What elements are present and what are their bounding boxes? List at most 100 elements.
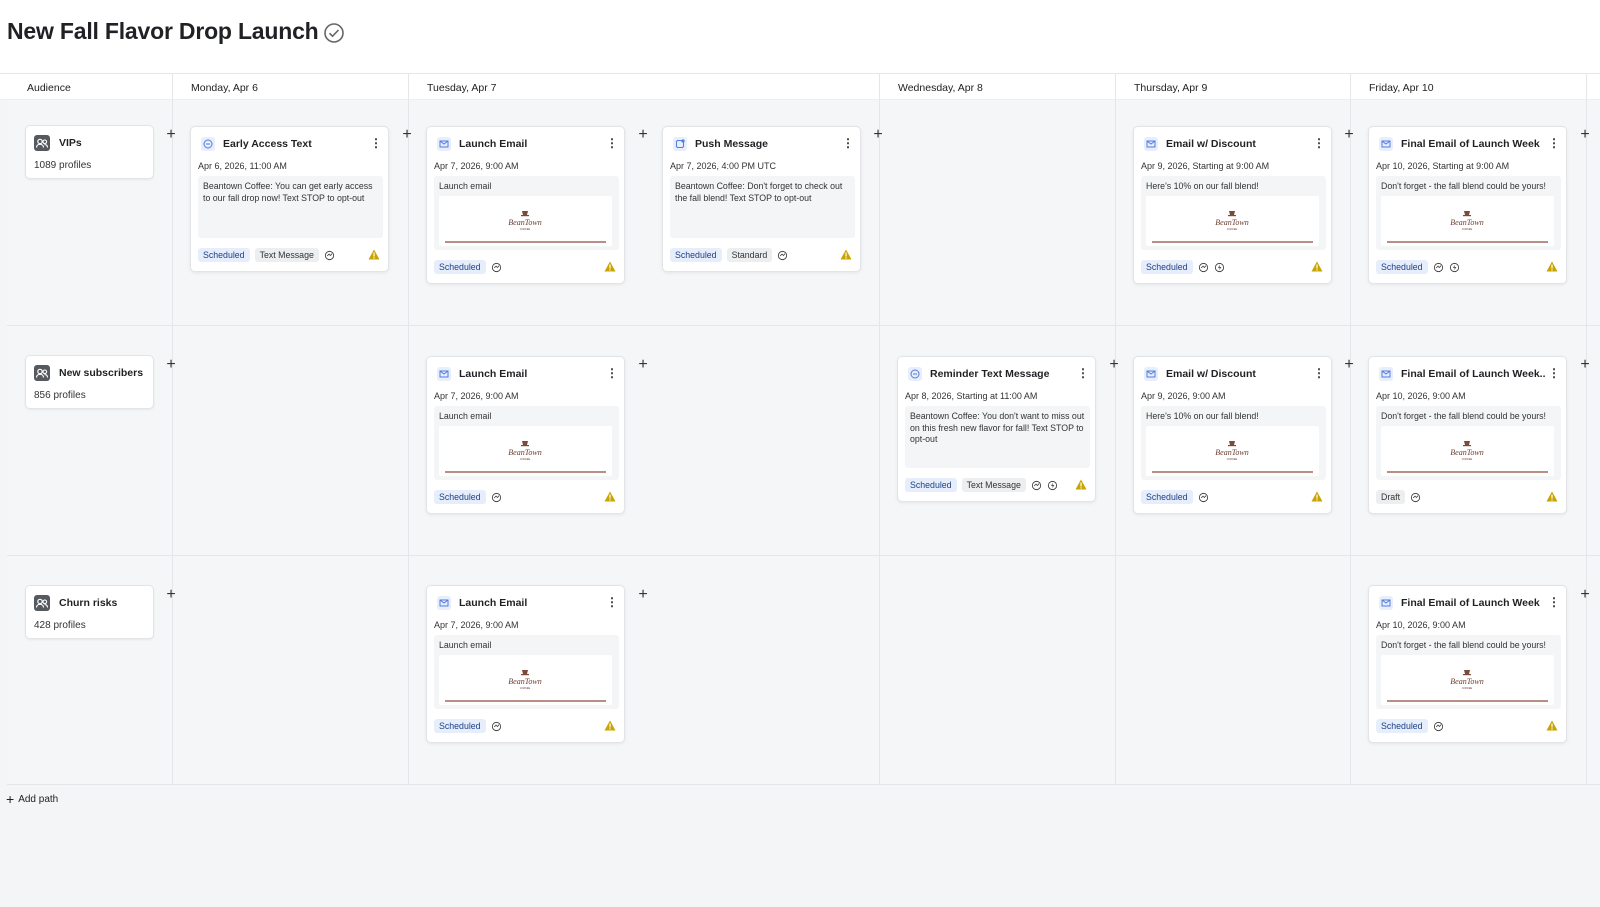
smart-send-icon xyxy=(1433,262,1443,272)
card-title: Final Email of Launch Week... xyxy=(1401,368,1546,380)
card-body: Don't forget - the fall blend could be y… xyxy=(1376,406,1561,480)
card-date: Apr 6, 2026, 11:00 AM xyxy=(198,161,287,171)
warning-icon[interactable] xyxy=(1546,720,1558,731)
smart-send-icon xyxy=(1410,492,1421,502)
add-message-button[interactable]: + xyxy=(1341,357,1357,374)
status-badge: Scheduled xyxy=(434,719,486,733)
column-header-friday: Friday, Apr 10 xyxy=(1369,82,1434,94)
email-preview-label: Don't forget - the fall blend could be y… xyxy=(1381,411,1547,421)
audience-card-churn-risks[interactable]: Churn risks 428 profiles xyxy=(25,585,154,639)
card-footer: Draft xyxy=(1376,490,1421,504)
audience-card-vips[interactable]: VIPs 1089 profiles xyxy=(25,125,154,179)
card-footer: Scheduled Text Message xyxy=(905,478,1058,492)
add-message-button[interactable]: + xyxy=(163,127,179,144)
card-body: Here's 10% on our fall blend! BeanTown CO… xyxy=(1141,176,1326,250)
audience-name: New subscribers xyxy=(59,367,144,379)
warning-icon[interactable] xyxy=(1075,479,1087,490)
page-title: New Fall Flavor Drop Launch xyxy=(7,18,319,44)
message-card-launch-email[interactable]: Launch Email ⋮ Apr 7, 2026, 9:00 AM Laun… xyxy=(426,126,625,284)
message-card-reminder-text[interactable]: Reminder Text Message ⋮ Apr 8, 2026, Sta… xyxy=(897,356,1096,502)
card-title: Launch Email xyxy=(459,368,528,380)
status-badge: Scheduled xyxy=(1376,260,1428,274)
message-card-final-email[interactable]: Final Email of Launch Week ⋮ Apr 10, 202… xyxy=(1368,585,1567,743)
message-card-launch-email[interactable]: Launch Email ⋮ Apr 7, 2026, 9:00 AM Laun… xyxy=(426,356,625,514)
email-preview: BeanTown COFFEE xyxy=(439,655,612,705)
smart-send-icon xyxy=(1198,262,1208,272)
svg-text:BeanTown: BeanTown xyxy=(1450,677,1484,686)
message-card-early-access-text[interactable]: Early Access Text ⋮ Apr 6, 2026, 11:00 A… xyxy=(190,126,389,272)
email-preview-label: Here's 10% on our fall blend! xyxy=(1146,411,1259,421)
warning-icon[interactable] xyxy=(604,491,616,502)
email-preview-label: Launch email xyxy=(439,181,492,191)
more-options-icon[interactable]: ⋮ xyxy=(842,136,854,150)
warning-icon[interactable] xyxy=(368,249,380,260)
message-card-email-discount[interactable]: Email w/ Discount ⋮ Apr 9, 2026, Startin… xyxy=(1133,126,1332,284)
column-divider xyxy=(172,74,173,784)
add-message-button[interactable]: + xyxy=(635,357,651,374)
status-badge: Scheduled xyxy=(670,248,722,262)
svg-text:COFFEE: COFFEE xyxy=(1227,457,1238,461)
brand-logo: BeanTownCOFFEE xyxy=(1450,441,1484,461)
more-options-icon[interactable]: ⋮ xyxy=(1548,136,1560,150)
more-options-icon[interactable]: ⋮ xyxy=(1313,136,1325,150)
column-divider xyxy=(879,74,880,784)
card-footer: Scheduled xyxy=(1376,719,1444,733)
status-badge: Scheduled xyxy=(1376,719,1428,733)
svg-text:BeanTown: BeanTown xyxy=(1450,448,1484,457)
svg-text:BeanTown: BeanTown xyxy=(508,448,542,457)
check-circle-icon[interactable] xyxy=(323,22,345,44)
more-options-icon[interactable]: ⋮ xyxy=(606,136,618,150)
top-bar: New Fall Flavor Drop Launch xyxy=(0,0,1600,74)
warning-icon[interactable] xyxy=(1546,261,1558,272)
add-message-button[interactable]: + xyxy=(1577,357,1593,374)
more-options-icon[interactable]: ⋮ xyxy=(606,595,618,609)
add-message-button[interactable]: + xyxy=(1341,127,1357,144)
warning-icon[interactable] xyxy=(604,261,616,272)
more-options-icon[interactable]: ⋮ xyxy=(606,366,618,380)
add-message-button[interactable]: + xyxy=(635,127,651,144)
card-body: Don't forget - the fall blend could be y… xyxy=(1376,635,1561,709)
warning-icon[interactable] xyxy=(1546,491,1558,502)
message-card-push-message[interactable]: Push Message ⋮ Apr 7, 2026, 4:00 PM UTC … xyxy=(662,126,861,272)
more-options-icon[interactable]: ⋮ xyxy=(1313,366,1325,380)
divider xyxy=(445,700,606,702)
card-body: Beantown Coffee: You don't want to miss … xyxy=(905,406,1090,468)
email-preview-label: Launch email xyxy=(439,411,492,421)
column-divider xyxy=(1350,74,1351,784)
more-options-icon[interactable]: ⋮ xyxy=(1548,366,1560,380)
warning-icon[interactable] xyxy=(604,720,616,731)
more-options-icon[interactable]: ⋮ xyxy=(1548,595,1560,609)
warning-icon[interactable] xyxy=(1311,491,1323,502)
message-card-launch-email[interactable]: Launch Email ⋮ Apr 7, 2026, 9:00 AM Laun… xyxy=(426,585,625,743)
add-message-button[interactable]: + xyxy=(635,587,651,604)
warning-icon[interactable] xyxy=(840,249,852,260)
add-message-button[interactable]: + xyxy=(870,127,886,144)
add-message-button[interactable]: + xyxy=(1106,357,1122,374)
add-path-button[interactable]: + Add path xyxy=(6,792,58,806)
message-card-final-email[interactable]: Final Email of Launch Week... ⋮ Apr 10, … xyxy=(1368,356,1567,514)
text-message-icon xyxy=(201,137,215,151)
card-title: Email w/ Discount xyxy=(1166,138,1256,150)
smart-send-icon xyxy=(1198,492,1208,502)
email-icon xyxy=(1379,367,1393,381)
svg-text:BeanTown: BeanTown xyxy=(1450,218,1484,227)
add-message-button[interactable]: + xyxy=(163,587,179,604)
column-header-tuesday: Tuesday, Apr 7 xyxy=(427,82,497,94)
add-message-button[interactable]: + xyxy=(1577,587,1593,604)
more-options-icon[interactable]: ⋮ xyxy=(1077,366,1089,380)
card-date: Apr 7, 2026, 9:00 AM xyxy=(434,391,519,401)
card-title: Early Access Text xyxy=(223,138,312,150)
add-message-button[interactable]: + xyxy=(163,357,179,374)
add-message-button[interactable]: + xyxy=(399,127,415,144)
message-card-email-discount[interactable]: Email w/ Discount ⋮ Apr 9, 2026, 9:00 AM… xyxy=(1133,356,1332,514)
warning-icon[interactable] xyxy=(1311,261,1323,272)
card-footer: Scheduled Text Message xyxy=(198,248,335,262)
audience-card-new-subscribers[interactable]: New subscribers 856 profiles xyxy=(25,355,154,409)
more-options-icon[interactable]: ⋮ xyxy=(370,136,382,150)
lightning-icon xyxy=(1214,262,1224,272)
message-card-final-email[interactable]: Final Email of Launch Week ⋮ Apr 10, 202… xyxy=(1368,126,1567,284)
add-message-button[interactable]: + xyxy=(1577,127,1593,144)
divider xyxy=(1152,241,1313,243)
card-title: Launch Email xyxy=(459,597,528,609)
type-badge: Text Message xyxy=(961,478,1026,492)
